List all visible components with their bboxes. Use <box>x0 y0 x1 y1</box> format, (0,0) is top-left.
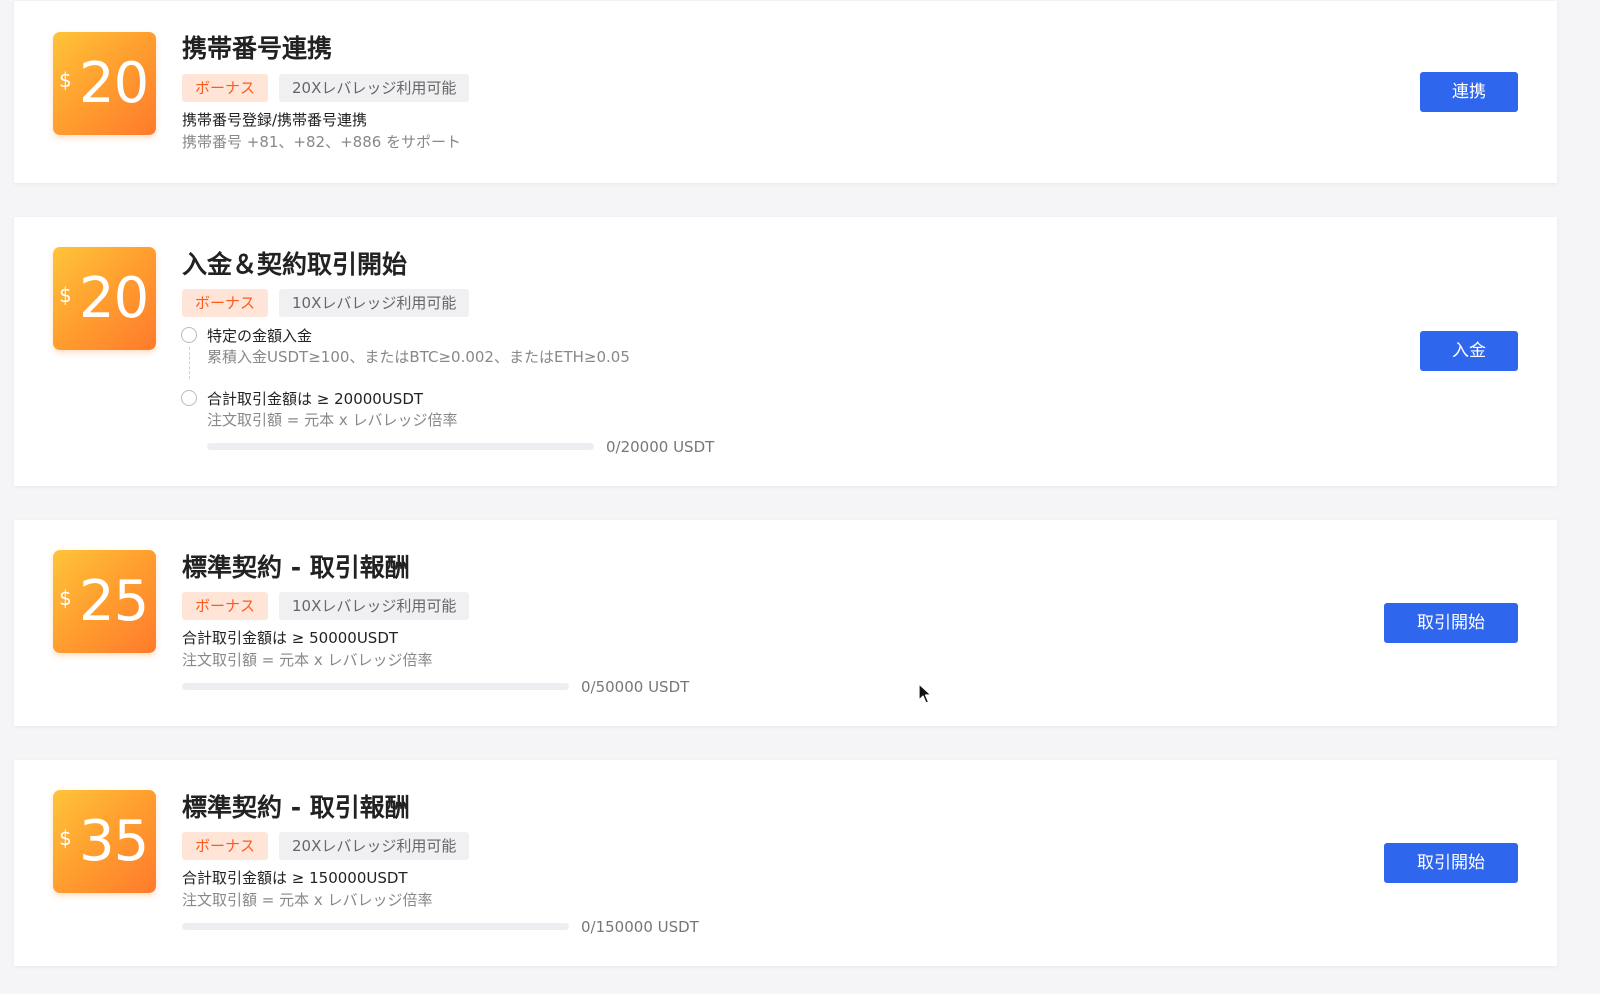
task-card-trade-reward-25: $ 25 標準契約 - 取引報酬 ボーナス 10Xレバレッジ利用可能 合計取引金… <box>14 520 1557 726</box>
task-note: 携帯番号 +81、+82、+886 をサポート <box>182 133 462 151</box>
currency-symbol: $ <box>59 283 72 307</box>
bonus-tag: ボーナス <box>182 289 269 317</box>
task-tags: ボーナス 20Xレバレッジ利用可能 <box>182 832 470 860</box>
leverage-tag: 20Xレバレッジ利用可能 <box>279 74 470 102</box>
task-note: 注文取引額 = 元本 x レバレッジ倍率 <box>182 891 433 909</box>
progress-text: 0/150000 USDT <box>581 918 699 936</box>
task-card-deposit-trade: $ 20 入金＆契約取引開始 ボーナス 10Xレバレッジ利用可能 特定の金額入金… <box>14 217 1557 486</box>
leverage-tag: 20Xレバレッジ利用可能 <box>279 832 470 860</box>
progress-text: 0/50000 USDT <box>581 678 690 696</box>
task-card-phone-link: $ 20 携帯番号連携 ボーナス 20Xレバレッジ利用可能 携帯番号登録/携帯番… <box>14 1 1557 183</box>
currency-symbol: $ <box>59 826 72 850</box>
leverage-tag: 10Xレバレッジ利用可能 <box>279 289 470 317</box>
step-note-deposit: 累積入金USDT≥100、またはBTC≥0.002、またはETH≥0.05 <box>207 348 630 366</box>
task-description: 合計取引金額は ≥ 150000USDT <box>182 869 408 887</box>
bonus-tag: ボーナス <box>182 592 269 620</box>
task-description: 合計取引金額は ≥ 50000USDT <box>182 629 399 647</box>
step-status-circle <box>181 390 197 406</box>
step-connector <box>189 347 190 379</box>
trade-progress-bar <box>182 683 569 690</box>
step-status-circle <box>181 327 197 343</box>
bonus-tag: ボーナス <box>182 74 269 102</box>
task-title: 携帯番号連携 <box>182 34 333 63</box>
step-note-trade-volume: 注文取引額 = 元本 x レバレッジ倍率 <box>207 411 458 429</box>
trade-progress-bar <box>207 443 594 450</box>
reward-amount: 35 <box>79 809 149 874</box>
reward-amount: 20 <box>79 266 149 331</box>
progress-text: 0/20000 USDT <box>606 438 715 456</box>
start-trading-button[interactable]: 取引開始 <box>1384 843 1518 883</box>
link-button[interactable]: 連携 <box>1420 72 1518 112</box>
step-label-deposit: 特定の金額入金 <box>207 327 313 345</box>
task-tags: ボーナス 20Xレバレッジ利用可能 <box>182 74 470 102</box>
task-title: 入金＆契約取引開始 <box>182 250 408 279</box>
reward-amount: 20 <box>79 51 149 116</box>
currency-symbol: $ <box>59 68 72 92</box>
reward-badge: $ 35 <box>53 790 156 893</box>
reward-badge: $ 25 <box>53 550 156 653</box>
task-title: 標準契約 - 取引報酬 <box>182 793 410 822</box>
trade-progress-bar <box>182 923 569 930</box>
bonus-tag: ボーナス <box>182 832 269 860</box>
reward-amount: 25 <box>79 569 149 634</box>
start-trading-button[interactable]: 取引開始 <box>1384 603 1518 643</box>
mouse-cursor-icon <box>918 683 932 704</box>
currency-symbol: $ <box>59 586 72 610</box>
task-note: 注文取引額 = 元本 x レバレッジ倍率 <box>182 651 433 669</box>
reward-badge: $ 20 <box>53 247 156 350</box>
task-center-page: $ 20 携帯番号連携 ボーナス 20Xレバレッジ利用可能 携帯番号登録/携帯番… <box>0 0 1600 994</box>
deposit-button[interactable]: 入金 <box>1420 331 1518 371</box>
task-description: 携帯番号登録/携帯番号連携 <box>182 111 368 129</box>
task-tags: ボーナス 10Xレバレッジ利用可能 <box>182 592 470 620</box>
leverage-tag: 10Xレバレッジ利用可能 <box>279 592 470 620</box>
task-tags: ボーナス 10Xレバレッジ利用可能 <box>182 289 470 317</box>
reward-badge: $ 20 <box>53 32 156 135</box>
task-card-trade-reward-35: $ 35 標準契約 - 取引報酬 ボーナス 20Xレバレッジ利用可能 合計取引金… <box>14 760 1557 966</box>
step-label-trade-volume: 合計取引金額は ≥ 20000USDT <box>207 390 424 408</box>
task-title: 標準契約 - 取引報酬 <box>182 553 410 582</box>
